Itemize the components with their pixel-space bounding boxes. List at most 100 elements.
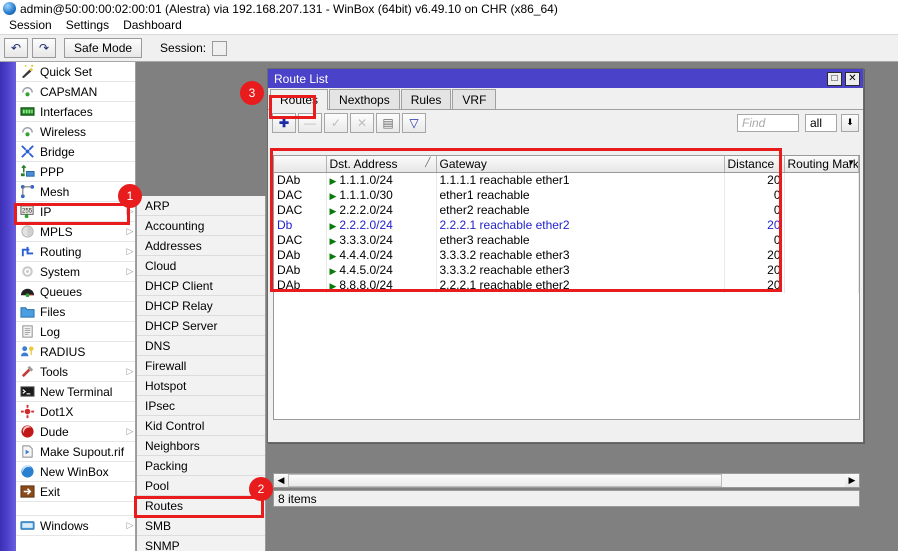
sidebar-spacer xyxy=(16,502,135,516)
comment-button[interactable]: ▤ xyxy=(376,113,400,133)
col-routing-mark[interactable]: Routing Mark ▼ xyxy=(784,156,859,173)
menu-settings[interactable]: Settings xyxy=(61,17,118,34)
table-row[interactable]: DAb▶4.4.5.0/243.3.3.2 reachable ether320 xyxy=(274,263,859,278)
menu-bar: Session Settings Dashboard xyxy=(0,17,898,35)
sidebar-gradient xyxy=(0,62,16,551)
sidebar-item-ppp[interactable]: PPP xyxy=(16,162,135,182)
sidebar-item-mpls[interactable]: MPLS▷ xyxy=(16,222,135,242)
sidebar-item-routing[interactable]: Routing▷ xyxy=(16,242,135,262)
ip-submenu-dhcp-client[interactable]: DHCP Client xyxy=(137,276,265,296)
sidebar-item-tools[interactable]: Tools▷ xyxy=(16,362,135,382)
sidebar-item-exit[interactable]: Exit xyxy=(16,482,135,502)
table-row[interactable]: Db▶2.2.2.0/242.2.2.1 reachable ether220 xyxy=(274,218,859,233)
chevron-down-icon[interactable]: ▼ xyxy=(847,158,855,167)
scroll-right-icon[interactable]: ▶ xyxy=(845,474,859,487)
sidebar-item-mesh[interactable]: Mesh xyxy=(16,182,135,202)
table-row[interactable]: DAC▶3.3.3.0/24ether3 reachable0 xyxy=(274,233,859,248)
ip-submenu-smb[interactable]: SMB xyxy=(137,516,265,536)
route-table-container[interactable]: Dst. Address ╱ Gateway Distance Routing … xyxy=(273,155,860,420)
sidebar-item-label: Dude xyxy=(40,425,125,439)
cell-distance: 20 xyxy=(724,263,784,278)
scroll-left-icon[interactable]: ◀ xyxy=(274,474,288,487)
table-row[interactable]: DAb▶4.4.4.0/243.3.3.2 reachable ether320 xyxy=(274,248,859,263)
table-row[interactable]: DAC▶2.2.2.0/24ether2 reachable0 xyxy=(274,203,859,218)
sidebar-item-quick-set[interactable]: Quick Set xyxy=(16,62,135,82)
route-list-nexthops-tab[interactable]: Nexthops xyxy=(329,89,400,109)
ip-submenu-addresses[interactable]: Addresses xyxy=(137,236,265,256)
horizontal-scrollbar[interactable]: ◀ ▶ xyxy=(273,473,860,488)
scrollbar-thumb[interactable] xyxy=(288,474,722,487)
chevron-right-icon: ▷ xyxy=(125,266,135,277)
ip-submenu-snmp[interactable]: SNMP xyxy=(137,536,265,551)
session-input[interactable] xyxy=(212,41,227,56)
cell-dst-address: ▶2.2.2.0/24 xyxy=(326,203,436,218)
sidebar-item-ip[interactable]: 255IP▷ xyxy=(16,202,135,222)
ip-submenu-ipsec[interactable]: IPsec xyxy=(137,396,265,416)
col-dst-address[interactable]: Dst. Address ╱ xyxy=(326,156,436,173)
route-list-routes-tab[interactable]: Routes xyxy=(270,89,328,110)
col-flags[interactable] xyxy=(274,156,326,173)
winbox-icon xyxy=(20,464,35,479)
ip-submenu-packing[interactable]: Packing xyxy=(137,456,265,476)
menu-dashboard[interactable]: Dashboard xyxy=(118,17,191,34)
route-list-rules-tab[interactable]: Rules xyxy=(401,89,452,109)
filter-button[interactable]: ▽ xyxy=(402,113,426,133)
chevron-down-icon[interactable]: ⬇ xyxy=(841,114,859,132)
remove-route-button[interactable]: — xyxy=(298,113,322,133)
route-list-title: Route List xyxy=(274,72,328,86)
redo-button[interactable]: ↷ xyxy=(32,38,56,58)
sidebar-item-label: PPP xyxy=(40,165,135,179)
ip-submenu-neighbors[interactable]: Neighbors xyxy=(137,436,265,456)
sidebar-item-capsman[interactable]: CAPsMAN xyxy=(16,82,135,102)
undo-button[interactable]: ↶ xyxy=(4,38,28,58)
scrollbar-track[interactable] xyxy=(288,474,845,487)
ip-submenu-dns[interactable]: DNS xyxy=(137,336,265,356)
table-row[interactable]: DAb▶1.1.1.0/241.1.1.1 reachable ether120 xyxy=(274,173,859,188)
sidebar-item-dot1x[interactable]: Dot1X xyxy=(16,402,135,422)
sidebar-item-new-winbox[interactable]: New WinBox xyxy=(16,462,135,482)
ip-submenu-firewall[interactable]: Firewall xyxy=(137,356,265,376)
sidebar-item-label: Make Supout.rif xyxy=(40,445,135,459)
sidebar-item-windows[interactable]: Windows▷ xyxy=(16,516,135,536)
filter-scope-select[interactable]: all xyxy=(805,114,837,132)
table-row[interactable]: DAb▶8.8.8.0/242.2.2.1 reachable ether220 xyxy=(274,278,859,293)
sidebar-item-system[interactable]: System▷ xyxy=(16,262,135,282)
ip-submenu-dhcp-relay[interactable]: DHCP Relay xyxy=(137,296,265,316)
table-row[interactable]: DAC▶1.1.1.0/30ether1 reachable0 xyxy=(274,188,859,203)
ip-submenu-dhcp-server[interactable]: DHCP Server xyxy=(137,316,265,336)
route-list-vrf-tab[interactable]: VRF xyxy=(452,89,496,109)
sidebar-item-label: Bridge xyxy=(40,145,135,159)
sidebar-item-radius[interactable]: RADIUS xyxy=(16,342,135,362)
sidebar-item-bridge[interactable]: Bridge xyxy=(16,142,135,162)
disable-route-button[interactable]: ✕ xyxy=(350,113,374,133)
find-input[interactable]: Find xyxy=(737,114,799,132)
cell-flags: DAC xyxy=(274,233,326,248)
menu-session[interactable]: Session xyxy=(4,17,61,34)
sidebar-item-log[interactable]: Log xyxy=(16,322,135,342)
sidebar-item-interfaces[interactable]: Interfaces xyxy=(16,102,135,122)
ip-submenu-hotspot[interactable]: Hotspot xyxy=(137,376,265,396)
ip-submenu-pool[interactable]: Pool xyxy=(137,476,265,496)
sidebar-item-files[interactable]: Files xyxy=(16,302,135,322)
ip-submenu-arp[interactable]: ARP xyxy=(137,196,265,216)
enable-route-button[interactable]: ✓ xyxy=(324,113,348,133)
safe-mode-button[interactable]: Safe Mode xyxy=(64,38,142,58)
ip-submenu-cloud[interactable]: Cloud xyxy=(137,256,265,276)
maximize-icon[interactable]: □ xyxy=(827,72,842,86)
sidebar-item-dude[interactable]: Dude▷ xyxy=(16,422,135,442)
ip-submenu-accounting[interactable]: Accounting xyxy=(137,216,265,236)
mesh-icon xyxy=(20,184,35,199)
cell-dst-address: ▶3.3.3.0/24 xyxy=(326,233,436,248)
ip-submenu-routes[interactable]: Routes xyxy=(137,496,265,516)
add-route-button[interactable]: ✚ xyxy=(272,113,296,133)
sidebar-item-make-supout-rif[interactable]: Make Supout.rif xyxy=(16,442,135,462)
sidebar-item-new-terminal[interactable]: New Terminal xyxy=(16,382,135,402)
close-icon[interactable]: ✕ xyxy=(845,72,860,86)
col-gateway[interactable]: Gateway xyxy=(436,156,724,173)
sidebar-item-queues[interactable]: Queues xyxy=(16,282,135,302)
ip-submenu-kid-control[interactable]: Kid Control xyxy=(137,416,265,436)
winbox-window: admin@50:00:00:02:00:01 (Alestra) via 19… xyxy=(0,0,898,551)
col-distance[interactable]: Distance xyxy=(724,156,784,173)
sidebar-item-label: Routing xyxy=(40,245,125,259)
sidebar-item-wireless[interactable]: Wireless xyxy=(16,122,135,142)
